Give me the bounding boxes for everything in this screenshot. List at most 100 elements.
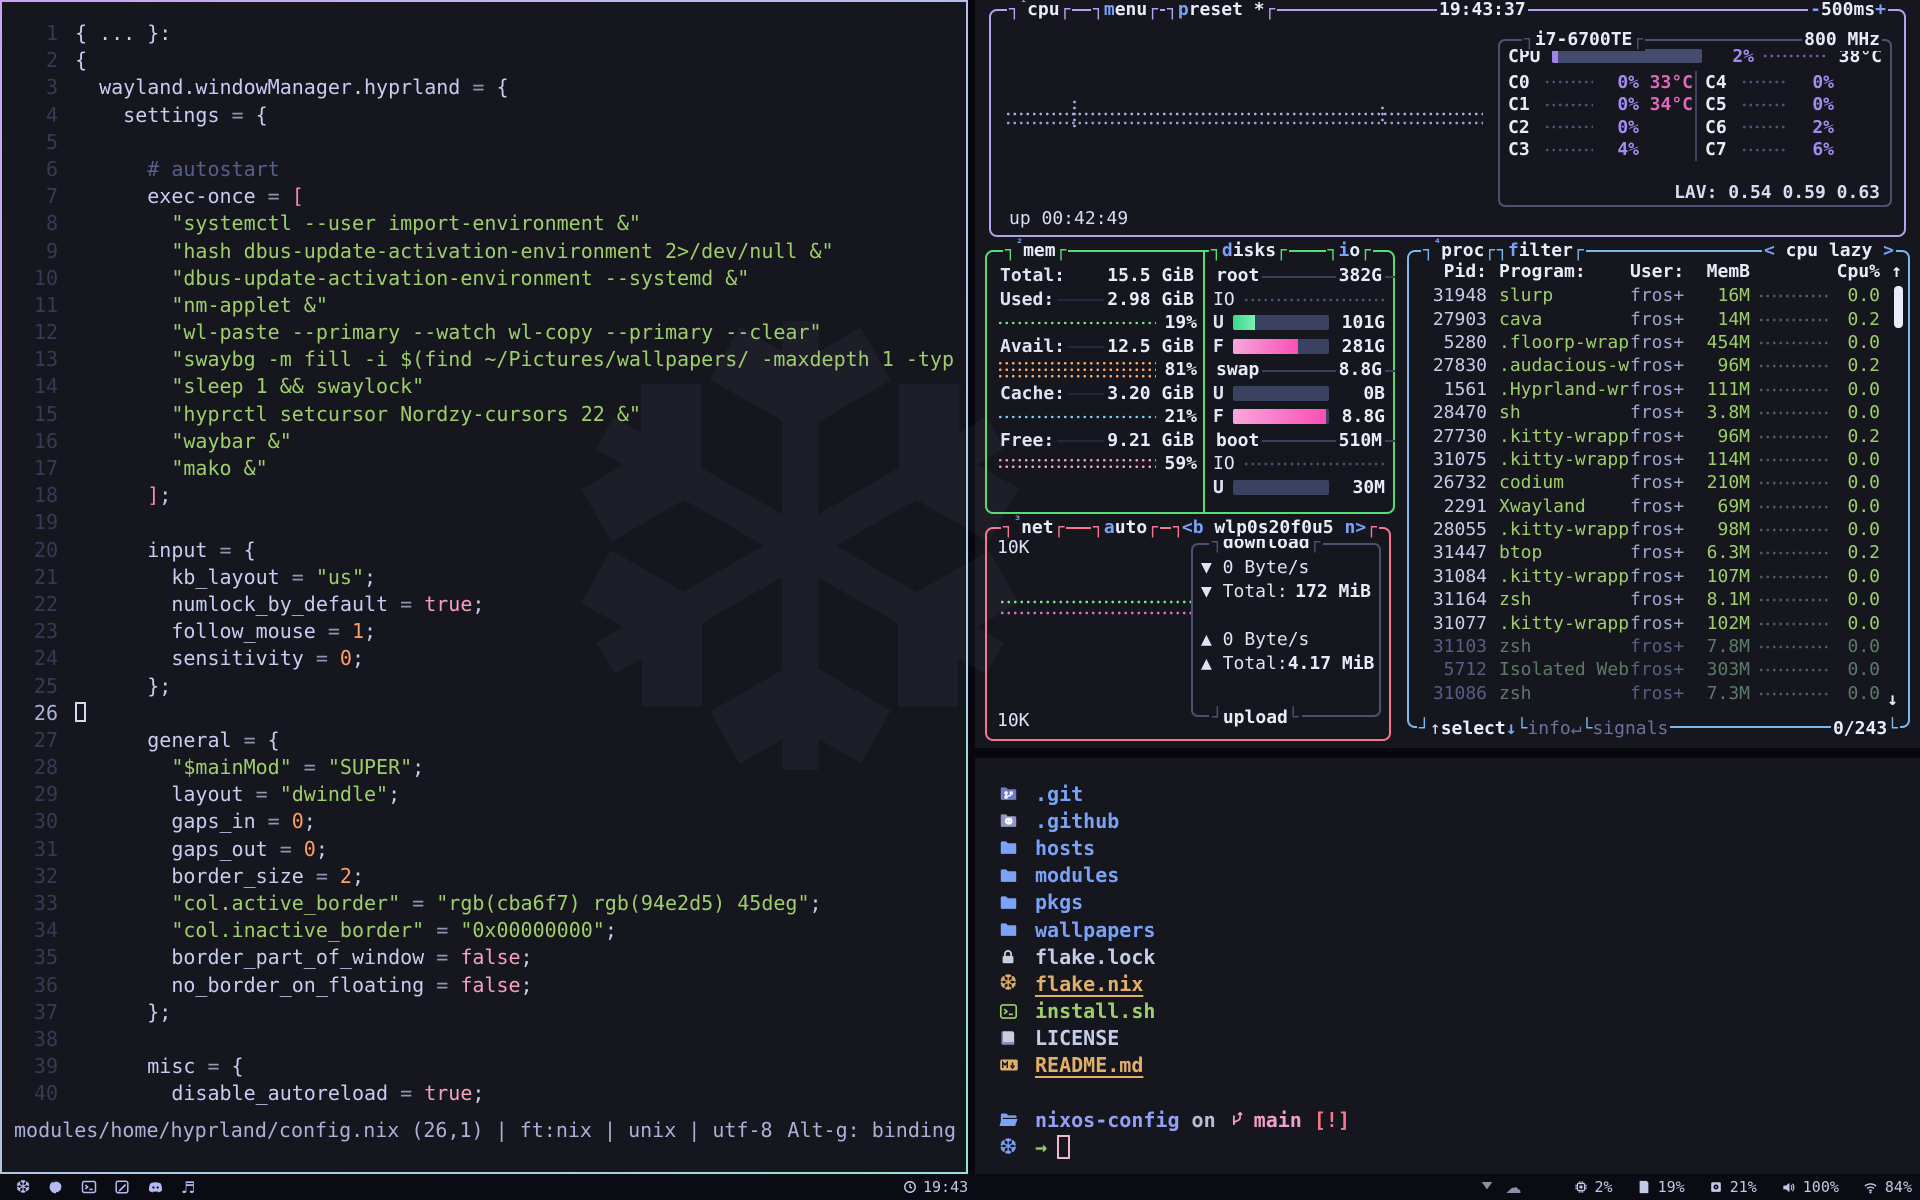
discord-launcher-icon[interactable] (146, 1178, 164, 1196)
code-line[interactable]: 27 general = { (2, 727, 962, 754)
sort-prev-button[interactable]: < (1764, 240, 1775, 261)
interval-control[interactable]: -500ms+ (1808, 0, 1888, 21)
code-line[interactable]: 33 "col.active_border" = "rgb(cba6f7) rg… (2, 890, 962, 917)
code-line[interactable]: 28 "$mainMod" = "SUPER"; (2, 754, 962, 781)
code-line[interactable]: 22 numlock_by_default = true; (2, 591, 962, 618)
sort-next-button[interactable]: > (1883, 240, 1894, 261)
system-tray[interactable]: ☁ (1480, 1178, 1522, 1197)
cpu-chip-module[interactable]: 2% (1574, 1178, 1613, 1196)
nix-logo-launcher-icon[interactable]: ❆ (14, 1178, 32, 1196)
code-line[interactable]: 23 follow_mouse = 1; (2, 618, 962, 645)
io-toggle[interactable]: io (1326, 238, 1373, 262)
code-line[interactable]: 13 "swaybg -m fill -i $(find ~/Pictures/… (2, 346, 962, 373)
interval-minus-button[interactable]: - (1810, 0, 1821, 20)
disks-toggle[interactable]: disks (1209, 238, 1289, 262)
code-line[interactable]: 37 }; (2, 999, 962, 1026)
process-row[interactable]: 31086zshfros+7.3M0.0 (1409, 682, 1908, 705)
code-line[interactable]: 25 }; (2, 673, 962, 700)
code-line[interactable]: 17 "mako &" (2, 455, 962, 482)
process-row[interactable]: 31103zshfros+7.8M0.0 (1409, 635, 1908, 658)
process-row[interactable]: 31084.kitty-wrappedfros+107M0.0 (1409, 565, 1908, 588)
code-line[interactable]: 4 settings = { (2, 102, 962, 129)
terminal-launcher-icon[interactable] (80, 1178, 98, 1196)
menu-button[interactable]: menu (1091, 0, 1160, 21)
code-line[interactable]: 10 "dbus-update-activation-environment -… (2, 265, 962, 292)
process-row[interactable]: 28470shfros+3.8M0.0 (1409, 401, 1908, 424)
code-area[interactable]: 1{ ... }:2{3 wayland.windowManager.hyprl… (2, 20, 962, 1108)
volume-module[interactable]: 100% (1781, 1178, 1839, 1196)
notes-launcher-icon[interactable] (113, 1178, 131, 1196)
code-line[interactable]: 8 "systemctl --user import-environment &… (2, 210, 962, 237)
code-line[interactable]: 29 layout = "dwindle"; (2, 781, 962, 808)
code-line[interactable]: 14 "sleep 1 && swaylock" (2, 373, 962, 400)
process-row[interactable]: 31077.kitty-wrappedfros+102M0.0 (1409, 611, 1908, 634)
line-content: "wl-paste --primary --watch wl-copy --pr… (75, 319, 822, 346)
code-line[interactable]: 6 # autostart (2, 156, 962, 183)
code-line[interactable]: 19 (2, 509, 962, 536)
process-row[interactable]: 28055.kitty-wrappedfros+98M0.0 (1409, 518, 1908, 541)
net-auto-button[interactable]: auto (1091, 515, 1160, 539)
code-line[interactable]: 21 kb_layout = "us"; (2, 564, 962, 591)
cloud-icon[interactable]: ☁ (1506, 1178, 1522, 1197)
code-line[interactable]: 26 (2, 700, 962, 727)
line-content: gaps_out = 0; (75, 836, 328, 863)
proc-sort-control[interactable]: < cpu lazy > (1762, 238, 1896, 262)
disk-module[interactable]: 21% (1709, 1178, 1757, 1196)
proc-filter-button[interactable]: filter (1495, 238, 1586, 262)
wifi-module[interactable]: 84% (1863, 1178, 1912, 1196)
process-row[interactable]: 31164zshfros+8.1M0.0 (1409, 588, 1908, 611)
code-line[interactable]: 15 "hyprctl setcursor Nordzy-cursors 22 … (2, 401, 962, 428)
code-line[interactable]: 20 input = { (2, 537, 962, 564)
code-line[interactable]: 3 wayland.windowManager.hyprland = { (2, 74, 962, 101)
code-line[interactable]: 9 "hash dbus-update-activation-environme… (2, 238, 962, 265)
code-line[interactable]: 7 exec-once = [ (2, 183, 962, 210)
code-line[interactable]: 38 (2, 1026, 962, 1053)
info-button[interactable]: info (1527, 718, 1570, 739)
wifi-tray-icon[interactable] (1480, 1178, 1494, 1197)
code-line[interactable]: 1{ ... }: (2, 20, 962, 47)
code-line[interactable]: 30 gaps_in = 0; (2, 808, 962, 835)
code-line[interactable]: 32 border_size = 2; (2, 863, 962, 890)
process-row[interactable]: 5712Isolated Web Cfros+303M0.0 (1409, 658, 1908, 681)
code-line[interactable]: 35 border_part_of_window = false; (2, 944, 962, 971)
process-row[interactable]: 31447btopfros+6.3M0.2 (1409, 541, 1908, 564)
code-line[interactable]: 31 gaps_out = 0; (2, 836, 962, 863)
code-line[interactable]: 12 "wl-paste --primary --watch wl-copy -… (2, 319, 962, 346)
taskbar-clock[interactable]: 19:43 (903, 1174, 968, 1200)
code-line[interactable]: 18 ]; (2, 482, 962, 509)
code-line[interactable]: 40 disable_autoreload = true; (2, 1080, 962, 1107)
process-row[interactable]: 27730.kitty-wrappedfros+96M0.2 (1409, 424, 1908, 447)
process-row[interactable]: 1561.Hyprland-wrapfros+111M0.0 (1409, 378, 1908, 401)
code-line[interactable]: 2{ (2, 47, 962, 74)
signals-button[interactable]: signals (1592, 718, 1668, 739)
process-row[interactable]: 27830.audacious-wrafros+96M0.2 (1409, 354, 1908, 377)
process-row[interactable]: 31948slurpfros+16M0.0 (1409, 284, 1908, 307)
preset-button[interactable]: preset * (1165, 0, 1277, 21)
editor-window[interactable]: 1{ ... }:2{3 wayland.windowManager.hyprl… (0, 0, 968, 1174)
code-line[interactable]: 24 sensitivity = 0; (2, 645, 962, 672)
code-line[interactable]: 36 no_border_on_floating = false; (2, 972, 962, 999)
shell-input-line[interactable]: ❆ → (999, 1133, 1920, 1160)
code-line[interactable]: 5 (2, 129, 962, 156)
code-line[interactable]: 39 misc = { (2, 1053, 962, 1080)
process-row[interactable]: 2291Xwaylandfros+69M0.0 (1409, 495, 1908, 518)
interval-plus-button[interactable]: + (1875, 0, 1886, 20)
select-button[interactable]: select (1441, 718, 1506, 739)
select-down-icon[interactable]: ↓ (1506, 718, 1517, 739)
code-line[interactable]: 34 "col.inactive_border" = "0x00000000"; (2, 917, 962, 944)
process-row[interactable]: 31075.kitty-wrappedfros+114M0.0 (1409, 448, 1908, 471)
net-interface-switcher[interactable]: <b wlp0s20f0u5 n> (1180, 515, 1379, 539)
proc-scrollbar[interactable] (1894, 286, 1903, 328)
memory-stat-value: 9.21 GiB (1104, 430, 1197, 451)
music-launcher-icon[interactable]: ♬ (179, 1178, 197, 1196)
memory-icon (1637, 1180, 1651, 1194)
select-up-icon[interactable]: ↑ (1430, 718, 1441, 739)
memory-module[interactable]: 19% (1637, 1178, 1685, 1196)
code-line[interactable]: 16 "waybar &" (2, 428, 962, 455)
process-row[interactable]: 27903cavafros+14M0.2 (1409, 307, 1908, 330)
terminal-window[interactable]: .git.githubhostsmodulespkgswallpapersfla… (975, 758, 1920, 1174)
process-row[interactable]: 26732codiumfros+210M0.0 (1409, 471, 1908, 494)
firefox-launcher-icon[interactable] (47, 1178, 65, 1196)
code-line[interactable]: 11 "nm-applet &" (2, 292, 962, 319)
process-row[interactable]: 5280.floorp-wrappefros+454M0.0 (1409, 331, 1908, 354)
